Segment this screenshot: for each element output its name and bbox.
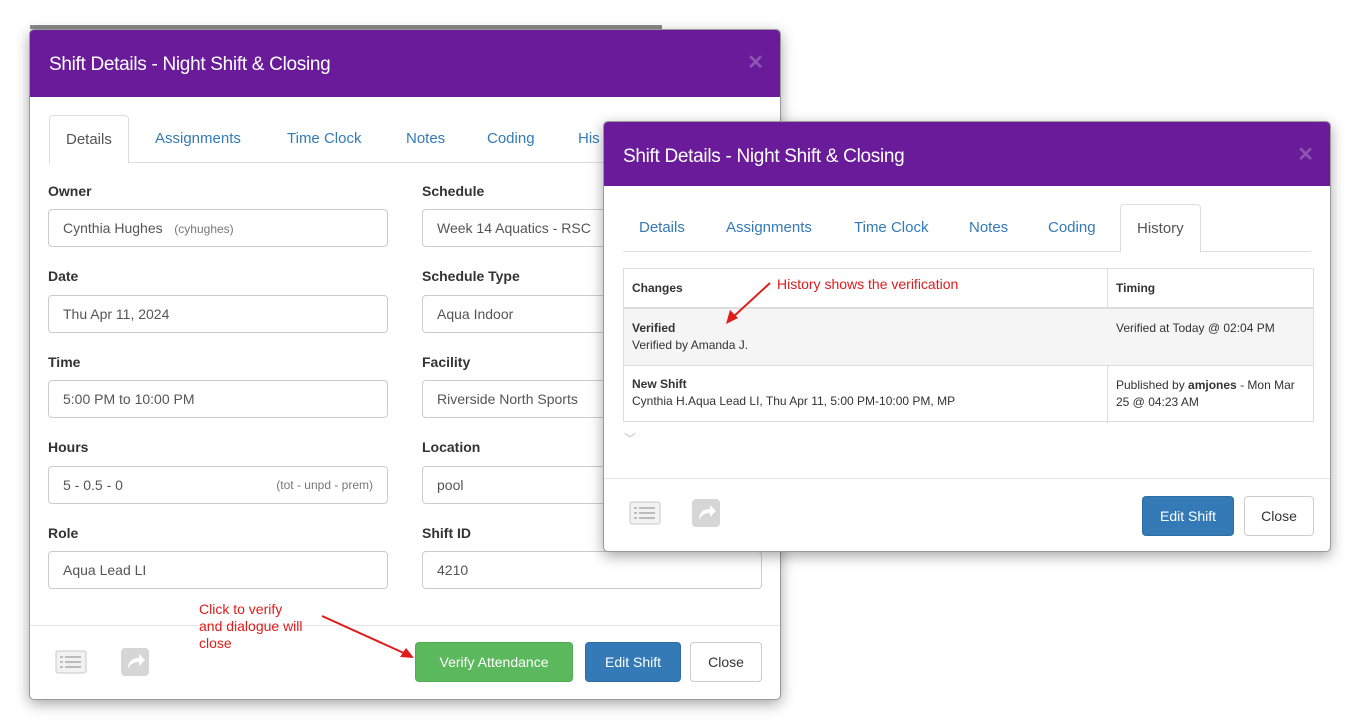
history-annotation: History shows the verification	[777, 276, 959, 292]
shift-id-field[interactable]: 4210	[422, 551, 762, 589]
tab-time-clock[interactable]: Time Clock	[838, 204, 944, 252]
hours-field[interactable]: 5 - 0.5 - 0 (tot - unpd - prem)	[48, 466, 388, 504]
timing-user: amjones	[1188, 378, 1237, 392]
shift-history-modal: Shift Details - Night Shift & Closing ✕ …	[603, 121, 1331, 552]
time-field[interactable]: 5:00 PM to 10:00 PM	[48, 380, 388, 418]
owner-username: (cyhughes)	[174, 222, 234, 236]
close-button[interactable]: Close	[690, 642, 762, 682]
annotation-line: close	[199, 635, 232, 651]
annotation-line: Click to verify	[199, 601, 283, 617]
verify-annotation: Click to verify and dialogue will close	[199, 601, 303, 652]
modal-header: Shift Details - Night Shift & Closing ✕	[30, 30, 780, 97]
time-label: Time	[48, 354, 81, 370]
change-title: New Shift	[632, 377, 687, 391]
hours-label: Hours	[48, 439, 89, 455]
modal-header: Shift Details - Night Shift & Closing ✕	[604, 122, 1330, 186]
change-timing: Verified at Today @ 02:04 PM	[1116, 321, 1275, 335]
owner-label: Owner	[48, 183, 92, 199]
date-label: Date	[48, 268, 79, 284]
modal-title: Shift Details - Night Shift & Closing	[49, 54, 331, 75]
role-label: Role	[48, 525, 79, 541]
timing-prefix: Published by	[1116, 378, 1189, 392]
tab-coding[interactable]: Coding	[471, 115, 551, 163]
timing-header: Timing	[1116, 281, 1156, 295]
shift-id-label: Shift ID	[422, 525, 471, 541]
list-icon[interactable]	[629, 501, 661, 530]
tab-history[interactable]: History	[1120, 204, 1201, 253]
share-icon[interactable]	[691, 498, 721, 533]
tab-details[interactable]: Details	[49, 115, 129, 164]
tab-notes[interactable]: Notes	[390, 115, 461, 163]
annotation-line: and dialogue will	[199, 618, 303, 634]
date-field[interactable]: Thu Apr 11, 2024	[48, 295, 388, 333]
change-title: Verified	[632, 321, 676, 335]
schedule-label: Schedule	[422, 183, 485, 199]
tab-coding[interactable]: Coding	[1032, 204, 1112, 252]
verify-attendance-button[interactable]: Verify Attendance	[415, 642, 573, 682]
owner-value: Cynthia Hughes	[63, 220, 163, 236]
list-icon[interactable]	[55, 650, 87, 679]
role-field[interactable]: Aqua Lead LI	[48, 551, 388, 589]
change-detail: Cynthia H.Aqua Lead LI, Thu Apr 11, 5:00…	[632, 394, 956, 408]
arrow-icon	[321, 615, 414, 658]
arrow-icon	[726, 282, 771, 324]
close-button[interactable]: Close	[1244, 496, 1314, 536]
edit-shift-button[interactable]: Edit Shift	[1142, 496, 1234, 536]
chevron-down-icon[interactable]: ﹀	[624, 430, 636, 447]
close-icon[interactable]: ✕	[1297, 142, 1314, 167]
hours-hint: (tot - unpd - prem)	[276, 478, 373, 492]
facility-label: Facility	[422, 354, 471, 370]
tab-bar: Details Assignments Time Clock Notes Cod…	[623, 204, 1311, 253]
tab-assignments[interactable]: Assignments	[139, 115, 257, 163]
tab-time-clock[interactable]: Time Clock	[271, 115, 377, 163]
schedule-type-label: Schedule Type	[422, 268, 520, 284]
close-icon[interactable]: ✕	[747, 50, 764, 75]
change-timing: Published by amjones - Mon Mar 25 @ 04:2…	[1116, 377, 1306, 411]
modal-title: Shift Details - Night Shift & Closing	[623, 146, 905, 167]
location-label: Location	[422, 439, 481, 455]
change-detail: Verified by Amanda J.	[632, 338, 749, 352]
table-row: New Shift Cynthia H.Aqua Lead LI, Thu Ap…	[624, 365, 1313, 423]
footer-divider	[604, 478, 1330, 479]
tab-notes[interactable]: Notes	[953, 204, 1024, 252]
changes-header: Changes	[632, 281, 683, 295]
share-icon[interactable]	[120, 647, 150, 682]
owner-field[interactable]: Cynthia Hughes (cyhughes)	[48, 209, 388, 247]
tab-assignments[interactable]: Assignments	[710, 204, 828, 252]
edit-shift-button[interactable]: Edit Shift	[585, 642, 681, 682]
hours-value: 5 - 0.5 - 0	[63, 477, 123, 493]
tab-details[interactable]: Details	[623, 204, 701, 252]
